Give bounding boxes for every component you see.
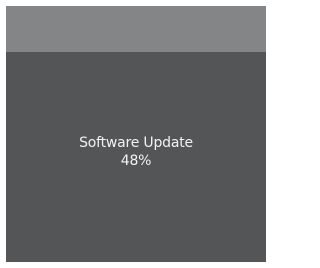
update-percent: 48%: [120, 153, 152, 169]
top-bar: [6, 6, 266, 52]
update-status: Software Update 48%: [6, 134, 266, 170]
update-title: Software Update: [79, 135, 193, 151]
software-update-screen: Software Update 48%: [6, 6, 266, 262]
